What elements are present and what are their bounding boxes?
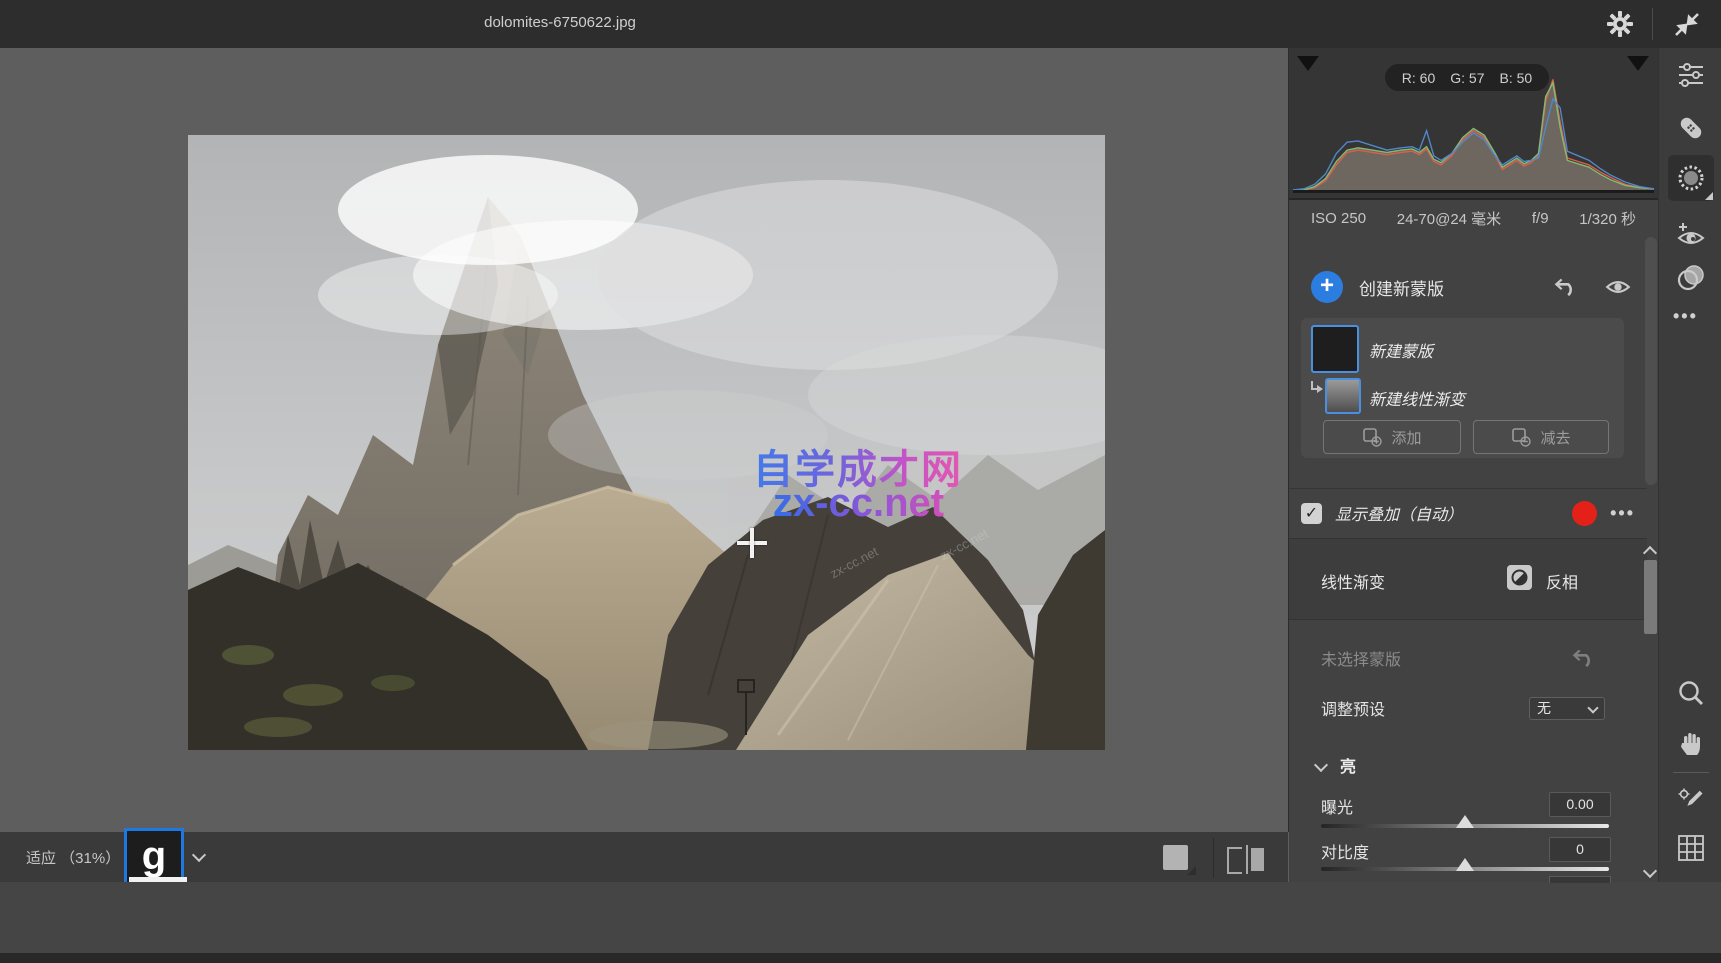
red-eye-tool-icon[interactable]	[1675, 217, 1707, 249]
new-mask-options-box: 新建蒙版 新建线性渐变 添加 减去	[1301, 318, 1624, 458]
linear-gradient-title: 线性渐变	[1321, 569, 1385, 593]
add-mask-button[interactable]: 添加	[1323, 420, 1461, 454]
scroll-down-chevron-icon[interactable]	[1643, 864, 1657, 878]
watermark-line2: zx-cc.net	[766, 481, 951, 526]
window-bottom-edge	[0, 953, 1721, 963]
healing-bandaid-icon[interactable]	[1675, 112, 1707, 144]
contrast-label: 对比度	[1321, 839, 1369, 863]
overlay-options-menu-icon[interactable]: •••	[1610, 503, 1635, 524]
new-mask-thumbnail[interactable]	[1311, 325, 1359, 373]
linear-gradient-thumbnail[interactable]	[1325, 378, 1361, 414]
exposure-label: 曝光	[1321, 794, 1353, 818]
statusbar-divider	[1213, 838, 1214, 878]
preview-mode-button[interactable]	[1163, 845, 1188, 870]
histogram-panel[interactable]: R: 60 G: 57 B: 50	[1289, 48, 1658, 200]
preset-dropdown[interactable]: 无	[1529, 697, 1605, 720]
linear-gradient-section: 线性渐变 反相	[1289, 538, 1647, 620]
topbar-divider	[1652, 8, 1653, 40]
invert-mask-icon[interactable]	[1507, 565, 1532, 590]
overlay-color-swatch[interactable]	[1572, 501, 1597, 526]
show-overlay-label: 显示叠加（自动）	[1335, 501, 1572, 525]
contrast-value-input[interactable]: 0	[1549, 837, 1611, 862]
shadow-clipping-indicator-icon[interactable]	[1297, 56, 1319, 71]
masking-tool-icon[interactable]	[1675, 162, 1707, 194]
exposure-slider-thumb[interactable]	[1456, 815, 1474, 828]
exposure-value-input[interactable]: 0.00	[1549, 792, 1611, 817]
histogram-chart	[1293, 76, 1654, 190]
dropdown-chevron-icon	[1587, 702, 1598, 713]
image-canvas[interactable]: zx-cc.net zx-cc.net 自学成才网 zx-cc.net	[0, 48, 1289, 832]
reset-disabled-icon	[1571, 645, 1597, 671]
new-linear-gradient-option[interactable]: 新建线性渐变	[1369, 386, 1465, 410]
create-mask-row: + 创建新蒙版	[1289, 260, 1647, 314]
subtract-shape-icon	[1511, 427, 1531, 447]
collapse-window-icon[interactable]	[1668, 8, 1704, 40]
exif-lens: 24-70@24 毫米	[1397, 208, 1501, 229]
masking-tool-flyout-icon	[1705, 192, 1713, 200]
before-after-view-icon[interactable]	[1227, 847, 1242, 874]
subtract-mask-label: 减去	[1540, 427, 1570, 448]
adjustment-preset-row: 调整预设 无	[1289, 688, 1641, 728]
adjustment-preset-label: 调整预设	[1321, 696, 1529, 720]
light-section-title: 亮	[1340, 753, 1356, 777]
hand-tool-icon[interactable]	[1675, 728, 1707, 760]
zoom-level-label[interactable]: 适应 （31%）	[26, 847, 120, 868]
footer-bar: 确定 取消	[0, 882, 1721, 953]
contrast-slider-thumb[interactable]	[1456, 858, 1474, 871]
tool-strip: •••	[1658, 48, 1721, 882]
rgb-readout: R: 60 G: 57 B: 50	[1385, 64, 1549, 91]
create-mask-plus-icon[interactable]: +	[1311, 271, 1343, 303]
exif-iso: ISO 250	[1311, 210, 1366, 227]
invert-label[interactable]: 反相	[1546, 569, 1578, 593]
settings-gear-icon[interactable]	[1604, 8, 1636, 40]
highlight-clipping-indicator-icon[interactable]	[1627, 56, 1649, 71]
edit-panel: R: 60 G: 57 B: 50 ISO 250 24-70@24 毫米 f/…	[1289, 48, 1658, 882]
photo-dolomites[interactable]: zx-cc.net zx-cc.net 自学成才网 zx-cc.net	[188, 135, 1105, 750]
add-shape-icon	[1362, 427, 1382, 447]
before-after-view-icon[interactable]	[1246, 845, 1248, 874]
mask-panel-scrollbar[interactable]	[1645, 237, 1657, 485]
light-section-header[interactable]: 亮	[1289, 748, 1641, 782]
show-overlay-checkbox[interactable]: ✓	[1301, 503, 1322, 524]
zoom-tool-icon[interactable]	[1675, 678, 1707, 710]
color-grading-icon[interactable]	[1675, 262, 1707, 294]
reset-icon[interactable]	[1553, 274, 1579, 300]
new-mask-option[interactable]: 新建蒙版	[1369, 338, 1433, 362]
subtract-mask-button[interactable]: 减去	[1473, 420, 1609, 454]
clipped-next-value-box	[1549, 876, 1611, 883]
grid-overlay-icon[interactable]	[1675, 832, 1707, 864]
add-mask-label: 添加	[1391, 427, 1421, 448]
b-value: B: 50	[1500, 70, 1533, 86]
visibility-eye-icon[interactable]	[1605, 274, 1631, 300]
title-bar: dolomites-6750622.jpg	[0, 0, 1721, 49]
r-value: R: 60	[1402, 70, 1435, 86]
white-balance-eyedropper-icon[interactable]	[1675, 785, 1707, 817]
no-mask-selected-row: 未选择蒙版	[1289, 638, 1641, 678]
exif-shutter: 1/320 秒	[1579, 208, 1636, 229]
exif-aperture: f/9	[1532, 210, 1549, 227]
panel-scrollbar-thumb[interactable]	[1644, 560, 1657, 634]
exif-info-bar: ISO 250 24-70@24 毫米 f/9 1/320 秒	[1289, 200, 1658, 236]
before-after-view-icon[interactable]	[1251, 848, 1264, 871]
g-value: G: 57	[1450, 70, 1484, 86]
edit-adjustments-icon[interactable]	[1675, 59, 1707, 91]
show-overlay-row: ✓ 显示叠加（自动） •••	[1289, 489, 1647, 537]
more-tools-icon[interactable]: •••	[1673, 306, 1698, 327]
branch-arrow-icon	[1309, 380, 1323, 396]
preset-value: 无	[1537, 698, 1551, 718]
toolbar-divider	[1673, 772, 1709, 773]
preview-mode-flyout-icon	[1187, 866, 1196, 875]
create-mask-label: 创建新蒙版	[1359, 275, 1553, 300]
crosshair-cursor	[750, 528, 754, 558]
section-collapse-chevron-icon[interactable]	[1314, 758, 1328, 772]
histogram-baseline	[1293, 190, 1654, 193]
camera-raw-dialog: dolomites-6750622.jpg	[0, 0, 1721, 963]
filename-title: dolomites-6750622.jpg	[400, 14, 720, 31]
no-mask-selected-label: 未选择蒙版	[1321, 646, 1571, 670]
